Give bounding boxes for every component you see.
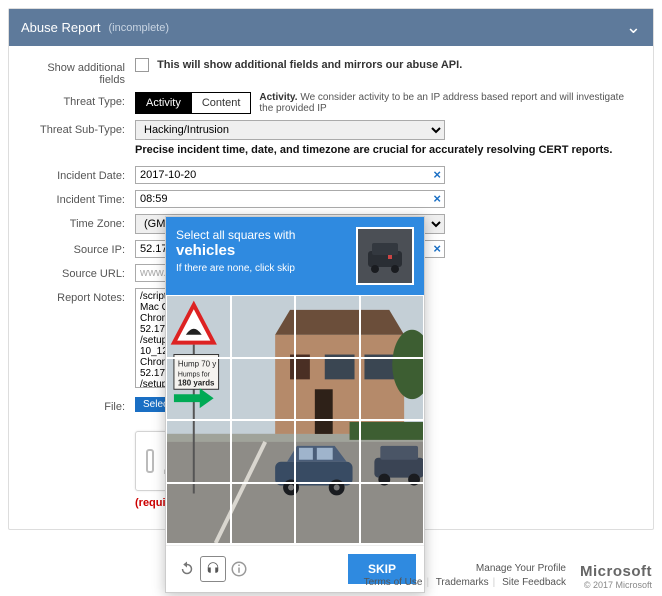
captcha-header: Select all squares with vehicles If ther… bbox=[166, 217, 424, 295]
microsoft-logo: Microsoft bbox=[580, 563, 652, 580]
footer: Manage Your Profile Terms of Use| Tradem… bbox=[364, 562, 652, 590]
captcha-line1: Select all squares with bbox=[176, 228, 295, 242]
captcha-tile[interactable] bbox=[166, 420, 231, 483]
captcha-tile[interactable] bbox=[231, 420, 296, 483]
captcha-grid: Hump 70 y Humps for 180 yards bbox=[166, 295, 424, 545]
footer-links: Manage Your Profile Terms of Use| Tradem… bbox=[364, 562, 566, 590]
label-source-ip: Source IP: bbox=[25, 240, 135, 256]
captcha-tile[interactable] bbox=[295, 420, 360, 483]
captcha-thumbnail bbox=[356, 227, 414, 285]
captcha-tile[interactable] bbox=[360, 358, 425, 421]
captcha-tile[interactable] bbox=[166, 358, 231, 421]
warn-subtype: Precise incident time, date, and timezon… bbox=[135, 144, 637, 156]
label-report-notes: Report Notes: bbox=[25, 288, 135, 304]
captcha-tile[interactable] bbox=[360, 420, 425, 483]
captcha-line2: If there are none, click skip bbox=[176, 261, 348, 277]
label-threat-subtype: Threat Sub-Type: bbox=[25, 120, 135, 136]
captcha-tile[interactable] bbox=[231, 358, 296, 421]
captcha-tile[interactable] bbox=[360, 483, 425, 546]
captcha-tile[interactable] bbox=[295, 358, 360, 421]
clear-icon[interactable]: × bbox=[433, 192, 441, 206]
captcha-tile[interactable] bbox=[231, 483, 296, 546]
hint-show-additional: This will show additional fields and mir… bbox=[157, 59, 462, 71]
tab-content[interactable]: Content bbox=[192, 92, 252, 114]
clear-icon[interactable]: × bbox=[433, 168, 441, 182]
link-trademarks[interactable]: Trademarks bbox=[436, 577, 489, 588]
captcha-tile[interactable] bbox=[360, 295, 425, 358]
captcha-tile[interactable] bbox=[166, 295, 231, 358]
label-incident-date: Incident Date: bbox=[25, 166, 135, 182]
captcha-tile[interactable] bbox=[231, 295, 296, 358]
reload-icon[interactable] bbox=[174, 556, 200, 582]
label-threat-type: Threat Type: bbox=[25, 92, 135, 108]
captcha-popup: Select all squares with vehicles If ther… bbox=[165, 216, 425, 593]
label-source-url: Source URL: bbox=[25, 264, 135, 280]
captcha-tile[interactable] bbox=[166, 483, 231, 546]
panel-title: Abuse Report bbox=[21, 20, 101, 35]
link-feedback[interactable]: Site Feedback bbox=[502, 577, 566, 588]
captcha-bold: vehicles bbox=[176, 243, 348, 259]
captcha-tile[interactable] bbox=[295, 483, 360, 546]
collapse-icon[interactable]: ⌄ bbox=[626, 17, 641, 38]
input-incident-date[interactable] bbox=[135, 166, 445, 184]
link-manage-profile[interactable]: Manage Your Profile bbox=[476, 563, 566, 574]
tab-activity[interactable]: Activity bbox=[135, 92, 192, 114]
audio-icon[interactable] bbox=[200, 556, 226, 582]
clear-icon[interactable]: × bbox=[433, 242, 441, 256]
recaptcha-checkbox[interactable] bbox=[146, 449, 154, 473]
label-incident-time: Incident Time: bbox=[25, 190, 135, 206]
label-show-additional: Show additional fields bbox=[25, 58, 135, 86]
panel-status: (incomplete) bbox=[109, 22, 170, 34]
copyright: © 2017 Microsoft bbox=[584, 580, 652, 590]
select-threat-subtype[interactable]: Hacking/Intrusion bbox=[135, 120, 445, 140]
label-file: File: bbox=[25, 397, 135, 413]
link-terms[interactable]: Terms of Use bbox=[364, 577, 423, 588]
info-icon[interactable] bbox=[226, 556, 252, 582]
input-incident-time[interactable] bbox=[135, 190, 445, 208]
captcha-tile[interactable] bbox=[295, 295, 360, 358]
threat-type-desc: Activity. We consider activity to be an … bbox=[259, 92, 637, 114]
panel-header: Abuse Report (incomplete) ⌄ bbox=[9, 9, 653, 46]
label-timezone: Time Zone: bbox=[25, 214, 135, 230]
checkbox-show-additional[interactable] bbox=[135, 58, 149, 72]
